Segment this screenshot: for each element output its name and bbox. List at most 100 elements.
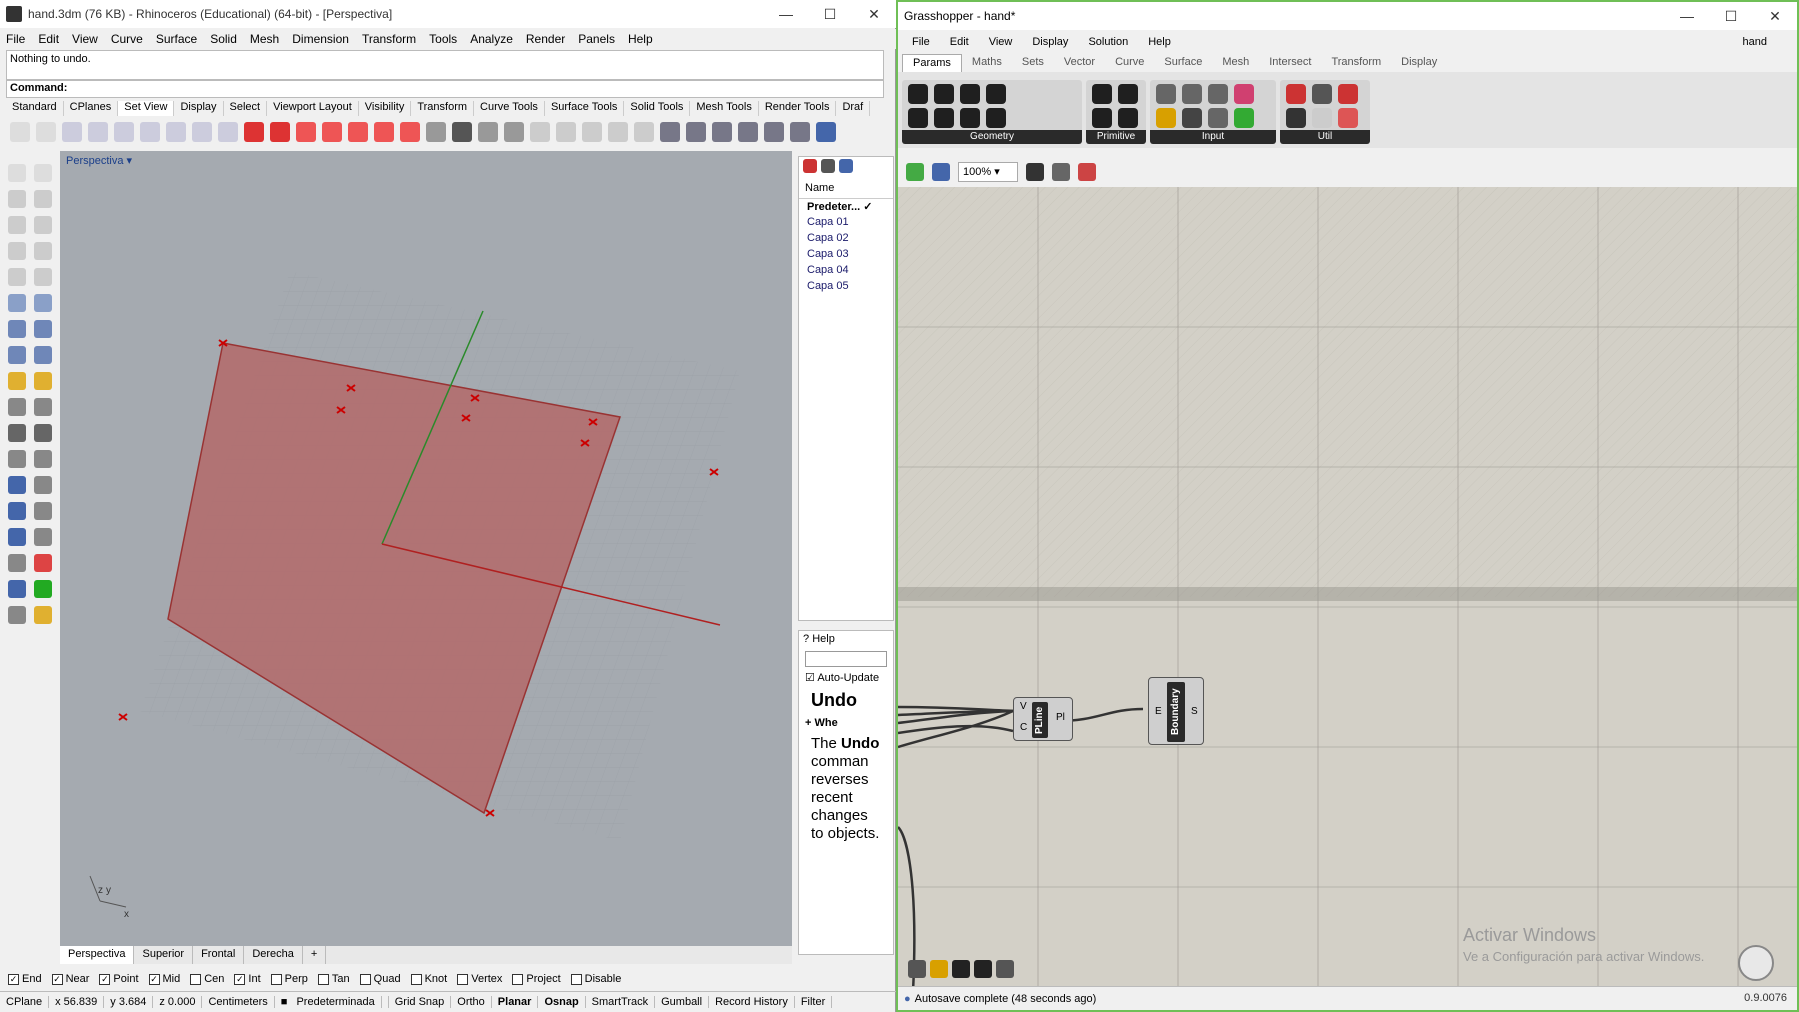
target-icon[interactable]: [582, 122, 602, 142]
sphere-view-icon[interactable]: [530, 122, 550, 142]
join-icon[interactable]: [8, 398, 26, 416]
render-icon[interactable]: [8, 606, 26, 624]
help-search-input[interactable]: [805, 651, 887, 667]
gh-tab-surface[interactable]: Surface: [1154, 54, 1212, 72]
menu-transform[interactable]: Transform: [362, 32, 416, 46]
gh-maximize-button[interactable]: ☐: [1709, 2, 1753, 30]
osnap-checkbox[interactable]: [570, 973, 582, 985]
gh-menu-help[interactable]: Help: [1148, 36, 1171, 48]
md-slider-icon[interactable]: [1234, 108, 1254, 128]
curve-param-icon[interactable]: [960, 84, 980, 104]
tab-viewport-layout[interactable]: Viewport Layout: [267, 101, 359, 116]
gh-tab-sets[interactable]: Sets: [1012, 54, 1054, 72]
gh-menu-file[interactable]: File: [912, 36, 930, 48]
text-param-icon[interactable]: [1118, 108, 1138, 128]
gh-menu-solution[interactable]: Solution: [1088, 36, 1128, 48]
osnap-tan[interactable]: Tan: [317, 973, 350, 985]
gh-close-button[interactable]: ✕: [1753, 2, 1797, 30]
cplane-origin-icon[interactable]: [634, 122, 654, 142]
layer-row-capa-01[interactable]: Capa 01: [799, 215, 893, 231]
cplane-left-icon[interactable]: [348, 122, 368, 142]
viewport-tab-superior[interactable]: Superior: [134, 946, 194, 964]
brep-param-icon[interactable]: [934, 108, 954, 128]
gh-minimize-button[interactable]: —: [1665, 2, 1709, 30]
osnap-disable[interactable]: Disable: [570, 973, 621, 985]
add-viewport-tab-icon[interactable]: +: [303, 946, 327, 964]
osnap-knot[interactable]: Knot: [410, 973, 447, 985]
solid-box-icon[interactable]: [8, 528, 26, 546]
tab-curve-tools[interactable]: Curve Tools: [474, 101, 545, 116]
status-gumball[interactable]: Gumball: [655, 996, 710, 1008]
osnap-vertex[interactable]: Vertex: [457, 973, 502, 985]
status-cplane[interactable]: CPlane: [0, 996, 50, 1008]
select-arrow-icon[interactable]: [8, 164, 26, 182]
dimension-icon[interactable]: [34, 476, 52, 494]
zoom-dropdown[interactable]: 100% ▾: [958, 162, 1018, 182]
explode-icon[interactable]: [8, 372, 26, 390]
menu-curve[interactable]: Curve: [111, 32, 143, 46]
zoom-in-icon[interactable]: [62, 122, 82, 142]
split-icon[interactable]: [34, 398, 52, 416]
panel-icon[interactable]: [1156, 108, 1176, 128]
jump-icon[interactable]: [1338, 84, 1358, 104]
status-planar[interactable]: Planar: [492, 996, 539, 1008]
gh-tab-transform[interactable]: Transform: [1321, 54, 1391, 72]
osnap-near[interactable]: ✓ Near: [51, 973, 89, 985]
ellipse-icon[interactable]: [8, 268, 26, 286]
help-tab[interactable]: ? Help: [799, 631, 893, 649]
rotate-view-icon[interactable]: [166, 122, 186, 142]
tab-select[interactable]: Select: [224, 101, 268, 116]
boolean-param-icon[interactable]: [1092, 84, 1112, 104]
status-smarttrack[interactable]: SmartTrack: [586, 996, 656, 1008]
zoom-dynamic-icon[interactable]: [218, 122, 238, 142]
layer-row-capa-03[interactable]: Capa 03: [799, 247, 893, 263]
relay-icon[interactable]: [1312, 84, 1332, 104]
view-3d-icon[interactable]: [686, 122, 706, 142]
boundary-component[interactable]: E Boundary S: [1148, 677, 1204, 745]
plane-icon[interactable]: [816, 122, 836, 142]
analyze-icon[interactable]: [34, 554, 52, 572]
perspective-viewport[interactable]: z y x Perspectiva ▾: [60, 151, 792, 946]
gh-menu-view[interactable]: View: [989, 36, 1013, 48]
layer-row-default[interactable]: Predeter... ✓: [799, 199, 893, 215]
data-dam-icon[interactable]: [1286, 108, 1306, 128]
tab-set-view[interactable]: Set View: [118, 101, 175, 116]
copy-icon[interactable]: [34, 502, 52, 520]
surface-icon[interactable]: [8, 294, 26, 312]
gh-menu-display[interactable]: Display: [1032, 36, 1068, 48]
tab-drafting[interactable]: Draf: [836, 101, 871, 116]
array-icon[interactable]: [34, 528, 52, 546]
osnap-checkbox[interactable]: ✓: [99, 973, 111, 985]
canvas-curve-icon[interactable]: [974, 960, 992, 978]
gh-tab-mesh[interactable]: Mesh: [1212, 54, 1259, 72]
light-icon[interactable]: [790, 122, 810, 142]
osnap-checkbox[interactable]: ✓: [234, 973, 246, 985]
menu-edit[interactable]: Edit: [38, 32, 59, 46]
canvas-expression-icon[interactable]: [996, 960, 1014, 978]
fitness-icon[interactable]: [1338, 108, 1358, 128]
integer-param-icon[interactable]: [1092, 108, 1112, 128]
mesh-icon[interactable]: [8, 580, 26, 598]
point-param-icon[interactable]: [908, 108, 928, 128]
group-icon[interactable]: [8, 424, 26, 442]
zoom-out-icon[interactable]: [192, 122, 212, 142]
scale-icon[interactable]: [34, 450, 52, 468]
osnap-int[interactable]: ✓ Int: [234, 973, 261, 985]
center-view-icon[interactable]: [608, 122, 628, 142]
pline-input-c[interactable]: C: [1020, 722, 1027, 733]
plan-view-icon[interactable]: [504, 122, 524, 142]
rectangle-icon[interactable]: [34, 242, 52, 260]
cplane-front-icon[interactable]: [270, 122, 290, 142]
save-file-icon[interactable]: [932, 163, 950, 181]
osnap-end[interactable]: ✓ End: [8, 973, 42, 985]
menu-view[interactable]: View: [72, 32, 98, 46]
toggle-icon[interactable]: [1182, 84, 1202, 104]
menu-mesh[interactable]: Mesh: [250, 32, 279, 46]
sketch-icon[interactable]: [1078, 163, 1096, 181]
domain-param-icon[interactable]: [1118, 84, 1138, 104]
zoom-extents-icon[interactable]: [88, 122, 108, 142]
tab-solid-tools[interactable]: Solid Tools: [624, 101, 691, 116]
material-icon[interactable]: [34, 606, 52, 624]
line-param-icon[interactable]: [960, 108, 980, 128]
pline-output[interactable]: Pl: [1056, 712, 1065, 723]
